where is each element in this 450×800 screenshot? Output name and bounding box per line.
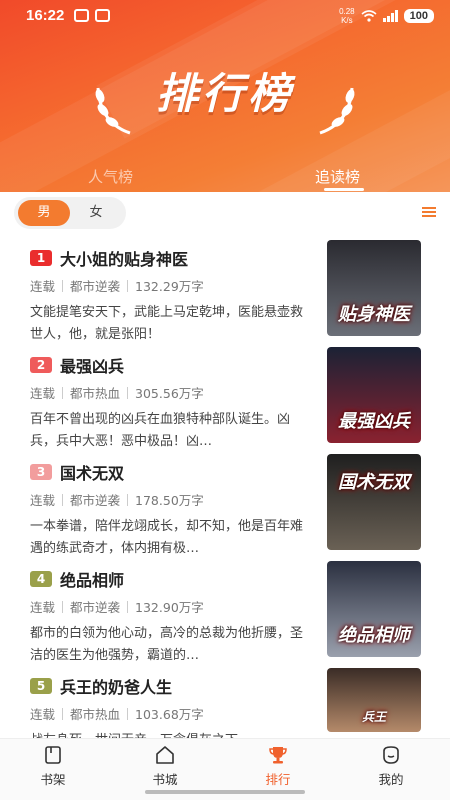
page-title-wrap: 排行榜 bbox=[0, 60, 450, 121]
book-category: 都市逆袭 bbox=[70, 279, 121, 294]
book-meta: 连载 都市逆袭 132.90万字 bbox=[30, 597, 204, 616]
book-cover[interactable]: 贴身神医 bbox=[327, 240, 421, 336]
screen-record-icon bbox=[74, 9, 89, 22]
tab-popular[interactable]: 人气榜 bbox=[88, 166, 133, 187]
rank-badge: 2 bbox=[30, 357, 52, 373]
gender-female-button[interactable]: 女 bbox=[70, 200, 122, 226]
book-meta: 连载 都市热血 103.68万字 bbox=[30, 704, 204, 723]
book-description: 都市的白领为他心动，高冷的总裁为他折腰，圣洁的医生为他强势，霸道的… bbox=[30, 626, 304, 663]
book-title[interactable]: 大小姐的贴身神医 bbox=[60, 246, 188, 270]
nav-bookstore-label: 书城 bbox=[152, 772, 178, 787]
home-indicator[interactable] bbox=[145, 790, 305, 794]
network-speed-value: 0.28 bbox=[339, 7, 355, 16]
page-title: 排行榜 bbox=[155, 69, 294, 118]
book-category: 都市逆袭 bbox=[70, 493, 121, 508]
book-cover[interactable]: 绝品相师 bbox=[327, 561, 421, 657]
book-cover-text: 最强凶兵 bbox=[338, 411, 410, 432]
book-category: 都市逆袭 bbox=[70, 600, 121, 615]
book-category: 都市热血 bbox=[70, 386, 121, 401]
nav-ranking-label: 排行 bbox=[265, 772, 291, 787]
ranking-screen: 16:22 0.28 K/s 100 排行榜 人气榜 追读榜 男 女 1 大小姐… bbox=[0, 0, 450, 800]
message-icon bbox=[95, 9, 110, 22]
book-status: 连载 bbox=[30, 386, 56, 401]
book-title[interactable]: 最强凶兵 bbox=[60, 353, 124, 377]
tab-active-indicator bbox=[324, 188, 364, 191]
network-speed-unit: K/s bbox=[341, 16, 353, 25]
book-description: 百年不曾出现的凶兵在血狼特种部队诞生。凶兵，兵中大恶！恶中极品！凶… bbox=[30, 412, 291, 449]
book-status: 连载 bbox=[30, 707, 56, 722]
bookstore-icon bbox=[156, 746, 174, 764]
book-word-count: 132.90万字 bbox=[135, 600, 204, 615]
gender-male-button[interactable]: 男 bbox=[18, 200, 70, 226]
book-cover-text: 国术无双 bbox=[338, 472, 410, 493]
book-status: 连载 bbox=[30, 279, 56, 294]
status-bar: 16:22 0.28 K/s 100 bbox=[0, 0, 450, 32]
book-cover-text: 兵王 bbox=[361, 710, 386, 724]
nav-ranking[interactable]: 排行 bbox=[243, 739, 313, 797]
list-menu-icon[interactable] bbox=[422, 207, 436, 217]
profile-icon bbox=[383, 746, 399, 764]
nav-profile[interactable]: 我的 bbox=[356, 739, 426, 797]
ranking-tabs: 人气榜 追读榜 bbox=[0, 160, 450, 192]
wifi-icon bbox=[361, 10, 377, 22]
book-word-count: 305.56万字 bbox=[135, 386, 204, 401]
ranking-header: 16:22 0.28 K/s 100 排行榜 人气榜 追读榜 bbox=[0, 0, 450, 192]
book-item[interactable]: 4 绝品相师 连载 都市逆袭 132.90万字 都市的白领为他心动，高冷的总裁为… bbox=[0, 561, 450, 673]
book-cover-text: 贴身神医 bbox=[338, 304, 410, 325]
book-word-count: 103.68万字 bbox=[135, 707, 204, 722]
book-cover-text: 绝品相师 bbox=[338, 625, 410, 646]
bookshelf-icon bbox=[45, 746, 61, 764]
signal-icon bbox=[382, 10, 398, 22]
book-title[interactable]: 兵王的奶爸人生 bbox=[60, 674, 172, 698]
book-word-count: 178.50万字 bbox=[135, 493, 204, 508]
book-meta: 连载 都市逆袭 132.29万字 bbox=[30, 276, 204, 295]
book-word-count: 132.29万字 bbox=[135, 279, 204, 294]
book-title[interactable]: 国术无双 bbox=[60, 460, 124, 484]
rank-badge: 1 bbox=[30, 250, 52, 266]
status-time: 16:22 bbox=[26, 7, 65, 24]
rank-badge: 4 bbox=[30, 571, 52, 587]
book-item[interactable]: 2 最强凶兵 连载 都市热血 305.56万字 百年不曾出现的凶兵在血狼特种部队… bbox=[0, 347, 450, 459]
gender-filter: 男 女 bbox=[14, 197, 126, 229]
book-category: 都市热血 bbox=[70, 707, 121, 722]
nav-bookshelf-label: 书架 bbox=[40, 772, 66, 787]
tab-follow-reading[interactable]: 追读榜 bbox=[315, 166, 360, 187]
book-description: 一本拳谱，陪伴龙翊成长，却不知，他是百年难遇的练武奇才，体内拥有极… bbox=[30, 519, 304, 556]
book-title[interactable]: 绝品相师 bbox=[60, 567, 124, 591]
book-status: 连载 bbox=[30, 600, 56, 615]
trophy-icon bbox=[269, 747, 287, 764]
rank-badge: 5 bbox=[30, 678, 52, 694]
nav-profile-label: 我的 bbox=[378, 772, 404, 787]
book-cover[interactable]: 最强凶兵 bbox=[327, 347, 421, 443]
rank-badge: 3 bbox=[30, 464, 52, 480]
book-cover[interactable]: 兵王 bbox=[327, 668, 421, 732]
network-speed: 0.28 K/s bbox=[339, 7, 355, 25]
book-meta: 连载 都市热血 305.56万字 bbox=[30, 383, 204, 402]
book-item[interactable]: 3 国术无双 连载 都市逆袭 178.50万字 一本拳谱，陪伴龙翊成长，却不知，… bbox=[0, 454, 450, 566]
book-cover[interactable]: 国术无双 bbox=[327, 454, 421, 550]
book-meta: 连载 都市逆袭 178.50万字 bbox=[30, 490, 204, 509]
book-status: 连载 bbox=[30, 493, 56, 508]
book-item[interactable]: 1 大小姐的贴身神医 连载 都市逆袭 132.29万字 文能提笔安天下，武能上马… bbox=[0, 240, 450, 352]
status-right: 0.28 K/s 100 bbox=[339, 7, 434, 25]
nav-bookshelf[interactable]: 书架 bbox=[18, 739, 88, 797]
book-description: 文能提笔安天下，武能上马定乾坤，医能悬壶救世人，他，就是张阳！ bbox=[30, 305, 304, 342]
nav-bookstore[interactable]: 书城 bbox=[130, 739, 200, 797]
battery-level: 100 bbox=[403, 9, 434, 23]
